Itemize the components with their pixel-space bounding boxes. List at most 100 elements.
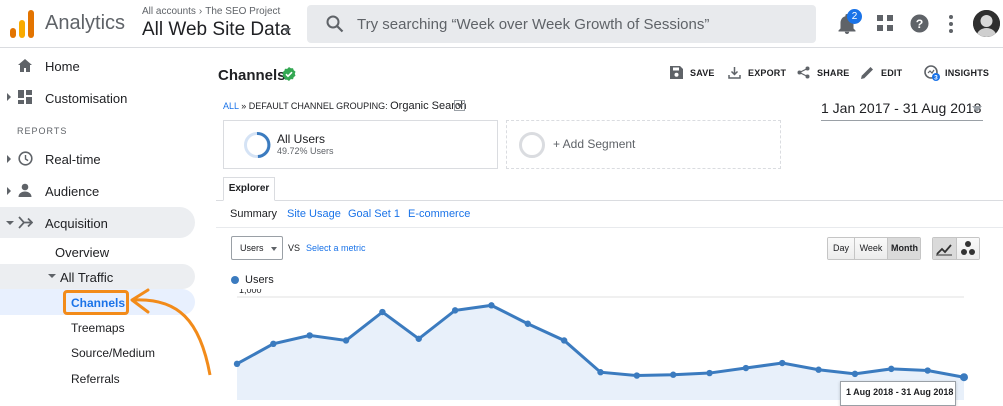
line-chart-icon: [936, 244, 952, 256]
sidebar-item-realtime[interactable]: Real-time: [45, 152, 101, 167]
export-button[interactable]: EXPORT: [728, 67, 787, 79]
avatar[interactable]: [973, 10, 1000, 37]
edit-label: EDIT: [881, 68, 903, 78]
share-icon: [797, 66, 810, 79]
segment-percent: 49.72% Users: [277, 146, 334, 156]
search-bar[interactable]: [307, 5, 816, 43]
clock-icon: [18, 151, 33, 166]
add-segment-label: + Add Segment: [553, 137, 636, 151]
chevron-right-icon: ›: [198, 6, 203, 17]
data-point: [960, 373, 968, 382]
account-breadcrumb[interactable]: All accounts › The SEO Project: [142, 6, 280, 17]
sidebar-item-customisation[interactable]: Customisation: [45, 91, 127, 106]
expand-arrow-icon[interactable]: [7, 155, 11, 163]
user-photo-icon: [973, 10, 1000, 37]
expand-arrow-icon[interactable]: [7, 93, 11, 101]
vs-label: VS: [288, 243, 301, 253]
subtab-goal-set[interactable]: Goal Set 1: [348, 208, 400, 220]
data-point: [233, 360, 241, 368]
sidebar-item-audience[interactable]: Audience: [45, 184, 99, 199]
segment-name: All Users: [277, 132, 326, 146]
download-icon: [728, 67, 741, 79]
svg-text:?: ?: [916, 17, 924, 31]
save-icon: [670, 66, 683, 79]
analytics-logo-icon[interactable]: [10, 10, 36, 38]
share-button[interactable]: SHARE: [797, 66, 850, 79]
sidebar-item-treemaps[interactable]: Treemaps: [71, 321, 125, 335]
subtab-divider: [216, 227, 1003, 228]
sidebar-item-channels[interactable]: Channels: [71, 296, 125, 310]
tab-explorer[interactable]: Explorer: [223, 177, 275, 201]
caret-down-icon[interactable]: [271, 247, 277, 251]
period-month-button[interactable]: Month: [888, 238, 920, 259]
segment-all-users[interactable]: All Users 49.72% Users: [223, 120, 498, 169]
app-title: Analytics: [45, 12, 126, 34]
chart-tooltip: 1 Aug 2018 - 31 Aug 2018: [840, 381, 956, 406]
sidebar-item-referrals[interactable]: Referrals: [71, 372, 120, 386]
insights-button[interactable]: 3 INSIGHTS: [924, 65, 990, 81]
grouping-label: DEFAULT CHANNEL GROUPING:: [248, 101, 388, 111]
data-point: [742, 364, 750, 372]
expand-arrow-icon[interactable]: [7, 187, 11, 195]
subtab-site-usage[interactable]: Site Usage: [287, 208, 341, 220]
sidebar-item-home[interactable]: Home: [45, 59, 80, 74]
sidebar: Home Customisation REPORTS Real-time Aud…: [0, 49, 215, 400]
period-day-button[interactable]: Day: [828, 238, 855, 259]
property-selector[interactable]: All Web Site Data: [142, 19, 291, 41]
select-metric-link[interactable]: Select a metric: [306, 243, 366, 253]
search-input[interactable]: [357, 14, 797, 34]
data-point: [815, 366, 822, 373]
export-label: EXPORT: [748, 68, 787, 78]
period-week-button[interactable]: Week: [855, 238, 888, 259]
main-content: Channels SAVE EXPORT SHARE EDIT 3 INSIGH…: [216, 49, 1003, 406]
data-point: [633, 372, 641, 379]
collapse-arrow-icon[interactable]: [6, 221, 14, 225]
subtab-summary[interactable]: Summary: [230, 208, 277, 220]
pencil-icon: [861, 67, 873, 79]
subtab-ecommerce[interactable]: E-commerce: [408, 208, 470, 220]
acquisition-icon: [18, 216, 33, 229]
more-vert-icon[interactable]: [946, 14, 956, 34]
date-range-picker[interactable]: 1 Jan 2017 - 31 Aug 2018: [821, 100, 983, 121]
data-point: [888, 365, 895, 373]
data-point: [524, 320, 531, 327]
data-point: [706, 369, 713, 377]
period-toggle: Day Week Month: [827, 237, 921, 260]
insights-badge: 3: [934, 75, 938, 81]
save-label: SAVE: [690, 68, 715, 78]
sidebar-item-all-traffic[interactable]: All Traffic: [60, 270, 113, 285]
sidebar-item-source-medium[interactable]: Source/Medium: [71, 346, 155, 360]
notification-badge: 2: [847, 9, 862, 24]
report-breadcrumb: ALL » DEFAULT CHANNEL GROUPING: Organic …: [223, 100, 467, 112]
insights-label: INSIGHTS: [945, 68, 990, 78]
legend-dot: [231, 276, 239, 284]
data-point: [924, 367, 931, 374]
collapse-arrow-icon[interactable]: [48, 274, 56, 278]
segment-donut-icon: [244, 131, 271, 158]
sidebar-item-acquisition[interactable]: Acquisition: [45, 216, 108, 231]
caret-down-icon[interactable]: [972, 106, 982, 112]
grouping-dropdown[interactable]: [454, 100, 465, 111]
help-icon[interactable]: ?: [910, 14, 929, 33]
breadcrumb-all[interactable]: ALL: [223, 101, 239, 111]
insights-icon: 3: [924, 65, 940, 81]
breadcrumb-arrow: »: [241, 101, 247, 111]
save-button[interactable]: SAVE: [670, 66, 715, 79]
caret-down-icon[interactable]: [283, 28, 291, 33]
data-point: [560, 337, 568, 344]
edit-button[interactable]: EDIT: [861, 67, 903, 79]
empty-segment-icon: [519, 132, 545, 158]
sidebar-item-overview[interactable]: Overview: [55, 245, 109, 260]
line-chart-button[interactable]: [933, 238, 957, 259]
breadcrumb-accounts[interactable]: All accounts: [142, 6, 196, 17]
caret-down-icon: [457, 104, 463, 108]
verified-check-icon: [282, 67, 296, 81]
motion-chart-button[interactable]: [957, 238, 979, 259]
add-segment[interactable]: + Add Segment: [506, 120, 781, 169]
data-point: [488, 302, 495, 309]
data-point: [779, 359, 786, 367]
breadcrumb-project[interactable]: The SEO Project: [205, 6, 280, 17]
apps-grid-icon[interactable]: [877, 15, 893, 31]
data-point: [670, 371, 677, 378]
search-icon[interactable]: [326, 15, 344, 33]
